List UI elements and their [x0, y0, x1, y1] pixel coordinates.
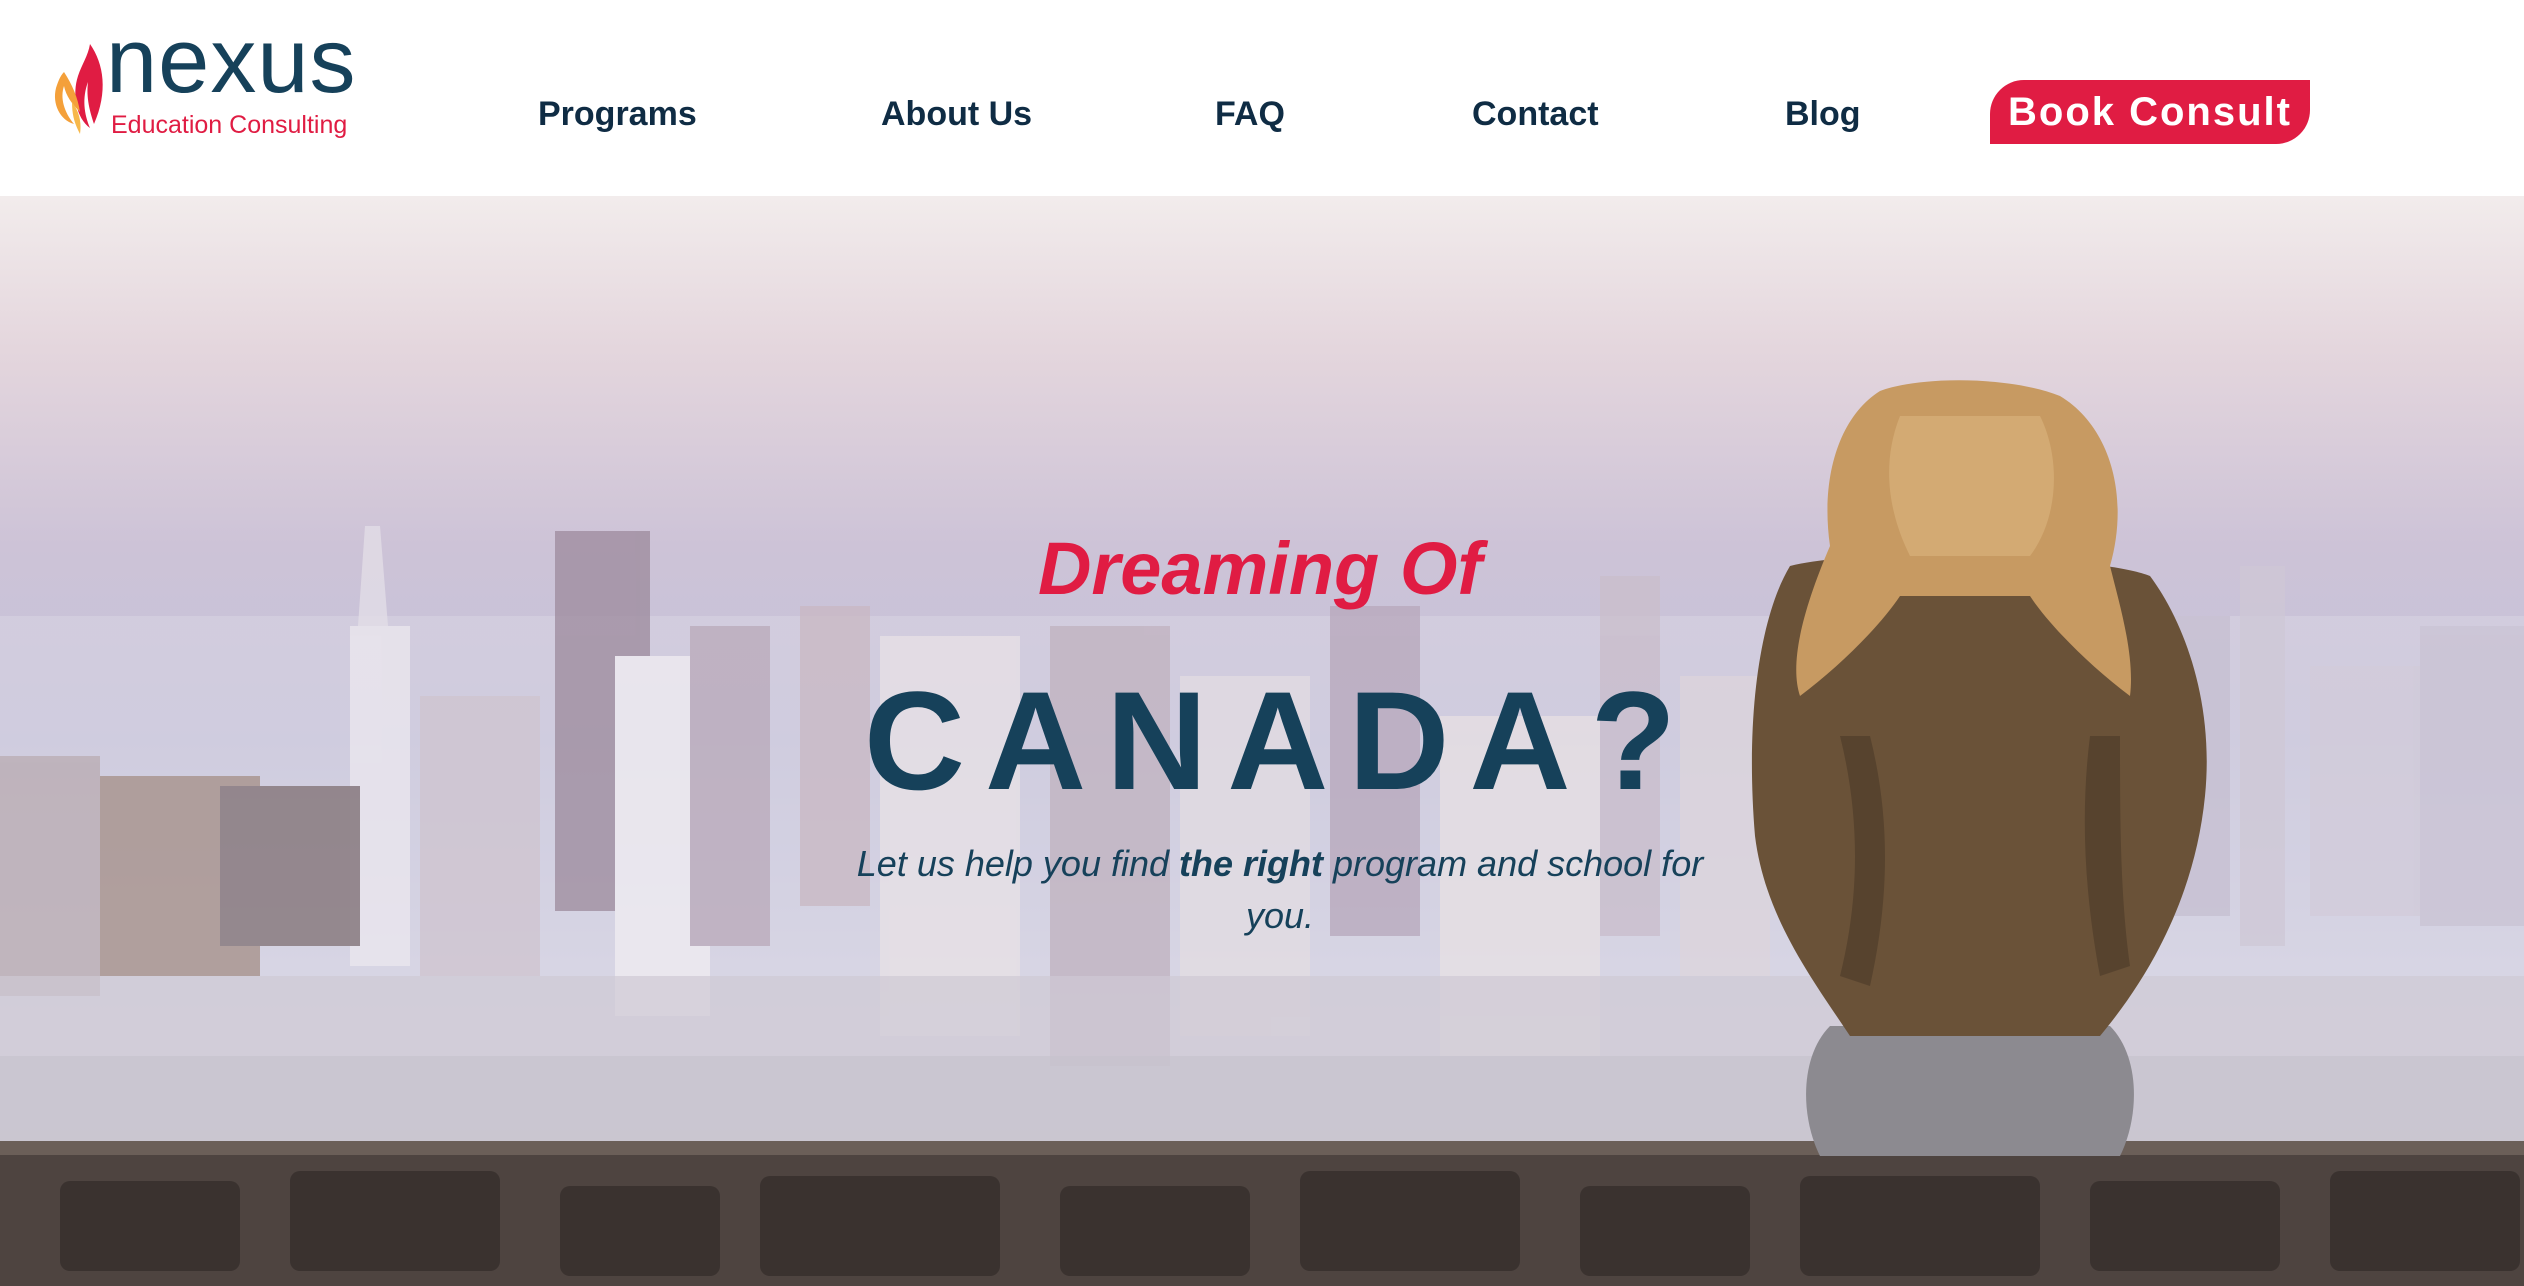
- book-consult-button[interactable]: Book Consult: [1990, 80, 2310, 144]
- hero-subtitle-emphasis: the right: [1179, 843, 1323, 884]
- hero-title: CANADA?: [863, 662, 1697, 819]
- logo-tagline: Education Consulting: [111, 111, 348, 139]
- hero-content: Dreaming Of CANADA? Let us help you find…: [0, 196, 2524, 1286]
- logo-wordmark: nexus: [106, 10, 357, 112]
- nav-item-contact[interactable]: Contact: [1472, 92, 1599, 136]
- nav-item-programs[interactable]: Programs: [538, 92, 697, 136]
- nav-item-blog[interactable]: Blog: [1785, 92, 1861, 136]
- nav-item-about-us[interactable]: About Us: [881, 92, 1032, 136]
- flame-leaf-icon: [54, 44, 103, 134]
- hero-section: Dreaming Of CANADA? Let us help you find…: [0, 196, 2524, 1286]
- logo[interactable]: nexus Education Consulting: [50, 10, 380, 148]
- nav-item-faq[interactable]: FAQ: [1215, 92, 1285, 136]
- hero-subtitle-part1: Let us help you find: [856, 843, 1180, 884]
- hero-subtitle: Let us help you find the right program a…: [850, 838, 1710, 942]
- site-header: nexus Education Consulting Programs Abou…: [0, 0, 2524, 196]
- hero-kicker: Dreaming Of: [1037, 527, 1483, 610]
- page: nexus Education Consulting Programs Abou…: [0, 0, 2524, 1286]
